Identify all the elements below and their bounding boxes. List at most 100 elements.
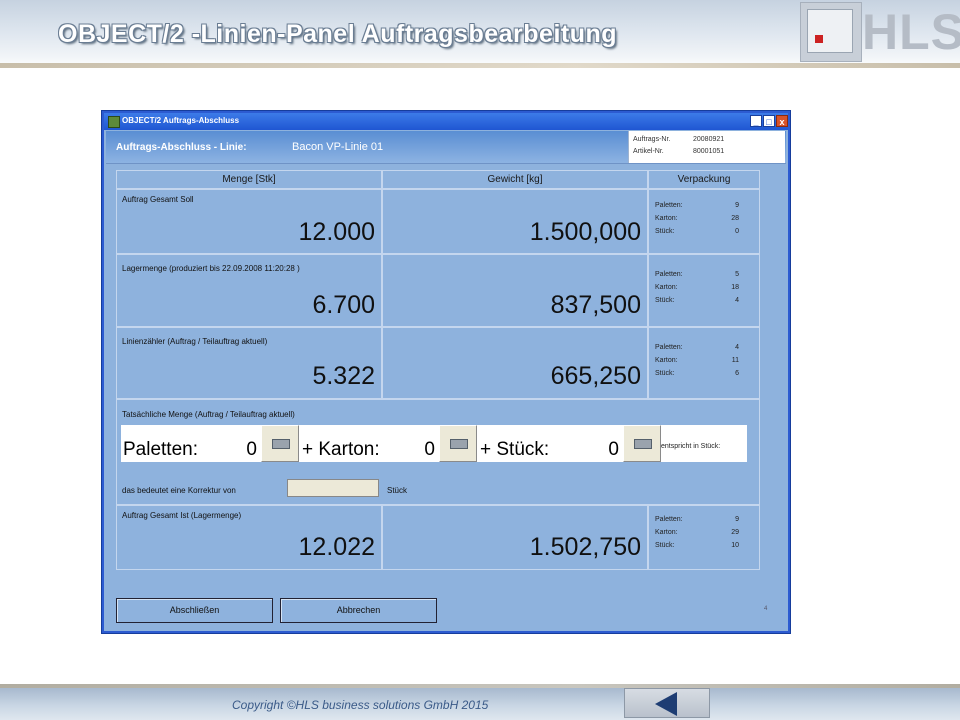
- stueck-row: Stück: 10: [655, 542, 739, 549]
- karton-entry-label: + Karton:: [302, 439, 380, 460]
- logo-text: HLS: [862, 4, 960, 60]
- slide-title: OBJECT/2 -Linien-Panel Auftragsbearbeitu…: [58, 20, 618, 48]
- stueck-keyboard-button[interactable]: [623, 425, 661, 462]
- menge-value: 12.000: [298, 218, 375, 246]
- karton-label: Karton:: [655, 284, 678, 291]
- stueck-value: 4: [735, 297, 739, 304]
- hls-logo: HLS: [800, 2, 960, 62]
- paletten-label: Paletten:: [655, 516, 683, 523]
- table-row: Auftrag Gesamt Soll 12.000: [116, 189, 382, 254]
- correction-label: das bedeutet eine Korrektur von: [122, 486, 236, 495]
- corner-number: 4: [764, 606, 768, 612]
- karton-label: Karton:: [655, 215, 678, 222]
- window-header: Auftrags-Abschluss - Linie: Bacon VP-Lin…: [106, 131, 786, 164]
- order-info-box: Auftrags-Nr. 20080921 Artikel-Nr. 800010…: [628, 131, 785, 163]
- back-button[interactable]: [624, 688, 710, 718]
- line-name: Bacon VP-Linie 01: [292, 141, 384, 153]
- paletten-row: Paletten: 9: [655, 516, 739, 523]
- article-number-label: Artikel-Nr.: [633, 148, 664, 155]
- paletten-value: 4: [735, 344, 739, 351]
- total-gewicht-cell: 1.502,750: [382, 505, 648, 570]
- logo-mark: [800, 2, 862, 62]
- verpackung-cell: Paletten: 9 Karton: 28 Stück: 0: [648, 189, 760, 254]
- stueck-label: Stück:: [655, 228, 675, 235]
- stueck-value: 6: [735, 370, 739, 377]
- row-label: Linienzähler (Auftrag / Teilauftrag aktu…: [122, 337, 268, 346]
- window-title: OBJECT/2 Auftrags-Abschluss: [122, 116, 240, 125]
- correction-field[interactable]: [287, 479, 379, 497]
- column-header-gewicht: Gewicht [kg]: [382, 170, 648, 189]
- karton-value: 11: [731, 357, 739, 364]
- menge-value: 6.700: [312, 291, 375, 319]
- row-label: Auftrag Gesamt Soll: [122, 195, 194, 204]
- stueck-value: 10: [731, 542, 739, 549]
- order-table: Menge [Stk] Gewicht [kg] Verpackung Auft…: [116, 170, 760, 570]
- gewicht-cell: 665,250: [382, 327, 648, 399]
- paletten-keyboard-button[interactable]: [261, 425, 299, 462]
- stueck-label: Stück:: [655, 370, 675, 377]
- keyboard-icon: [450, 439, 468, 449]
- window-titlebar[interactable]: OBJECT/2 Auftrags-Abschluss _ □ x: [104, 113, 788, 130]
- karton-label: Karton:: [655, 529, 678, 536]
- karton-value: 29: [731, 529, 739, 536]
- paletten-label: Paletten:: [655, 344, 683, 351]
- paletten-label: Paletten:: [655, 202, 683, 209]
- paletten-value: 9: [735, 516, 739, 523]
- karton-row: Karton: 18: [655, 284, 739, 291]
- gewicht-value: 1.500,000: [529, 218, 641, 246]
- keyboard-icon: [634, 439, 652, 449]
- header-label: Auftrags-Abschluss - Linie:: [116, 142, 247, 153]
- stueck-row: Stück: 4: [655, 297, 739, 304]
- stueck-value: 0: [735, 228, 739, 235]
- order-number-value: 20080921: [693, 136, 725, 143]
- actual-quantity-entry: Paletten: 0 + Karton: 0 + Stück: 0 entsp…: [121, 425, 747, 462]
- paletten-row: Paletten: 4: [655, 344, 739, 351]
- slide-header: OBJECT/2 -Linien-Panel Auftragsbearbeitu…: [0, 0, 960, 68]
- column-header-verpackung: Verpackung: [648, 170, 760, 189]
- total-label: Auftrag Gesamt Ist (Lagermenge): [122, 511, 242, 520]
- karton-entry-value[interactable]: 0: [417, 439, 435, 461]
- karton-row: Karton: 11: [655, 357, 739, 364]
- stueck-row: Stück: 6: [655, 370, 739, 377]
- actual-quantity-label: Tatsächliche Menge (Auftrag / Teilauftra…: [122, 410, 295, 419]
- close-button[interactable]: x: [776, 115, 788, 127]
- auftrags-abschluss-window: OBJECT/2 Auftrags-Abschluss _ □ x Auftra…: [102, 111, 790, 633]
- window-icon: [108, 116, 120, 128]
- entspricht-label: entspricht in Stück:: [661, 443, 721, 450]
- total-row: Auftrag Gesamt Ist (Lagermenge) 12.022: [116, 505, 382, 570]
- abbrechen-button[interactable]: Abbrechen: [280, 598, 437, 623]
- column-header-menge: Menge [Stk]: [116, 170, 382, 189]
- table-row: Lagermenge (produziert bis 22.09.2008 11…: [116, 254, 382, 327]
- stueck-row: Stück: 0: [655, 228, 739, 235]
- correction-unit: Stück: [387, 486, 408, 495]
- minimize-button[interactable]: _: [750, 115, 762, 127]
- paletten-entry-value[interactable]: 0: [239, 439, 257, 461]
- karton-keyboard-button[interactable]: [439, 425, 477, 462]
- gewicht-cell: 1.500,000: [382, 189, 648, 254]
- actual-quantity-section: Tatsächliche Menge (Auftrag / Teilauftra…: [116, 399, 760, 505]
- keyboard-icon: [272, 439, 290, 449]
- stueck-label: Stück:: [655, 542, 675, 549]
- total-verpackung-cell: Paletten: 9 Karton: 29 Stück: 10: [648, 505, 760, 570]
- gewicht-cell: 837,500: [382, 254, 648, 327]
- stueck-entry-value[interactable]: 0: [601, 439, 619, 461]
- back-arrow-icon: [655, 692, 677, 716]
- karton-label: Karton:: [655, 357, 678, 364]
- paletten-row: Paletten: 5: [655, 271, 739, 278]
- maximize-button[interactable]: □: [763, 115, 775, 127]
- article-number-value: 80001051: [693, 148, 725, 155]
- verpackung-cell: Paletten: 5 Karton: 18 Stück: 4: [648, 254, 760, 327]
- copyright-text: Copyright ©HLS business solutions GmbH 2…: [232, 698, 489, 712]
- paletten-value: 5: [735, 271, 739, 278]
- total-gewicht-value: 1.502,750: [529, 533, 641, 561]
- gewicht-value: 665,250: [550, 362, 641, 390]
- table-row: Linienzähler (Auftrag / Teilauftrag aktu…: [116, 327, 382, 399]
- stueck-label: Stück:: [655, 297, 675, 304]
- total-menge-value: 12.022: [298, 533, 375, 561]
- karton-value: 28: [731, 215, 739, 222]
- menge-value: 5.322: [312, 362, 375, 390]
- row-label: Lagermenge (produziert bis 22.09.2008 11…: [122, 264, 300, 273]
- abschliessen-button[interactable]: Abschließen: [116, 598, 273, 623]
- gewicht-value: 837,500: [550, 291, 641, 319]
- karton-row: Karton: 29: [655, 529, 739, 536]
